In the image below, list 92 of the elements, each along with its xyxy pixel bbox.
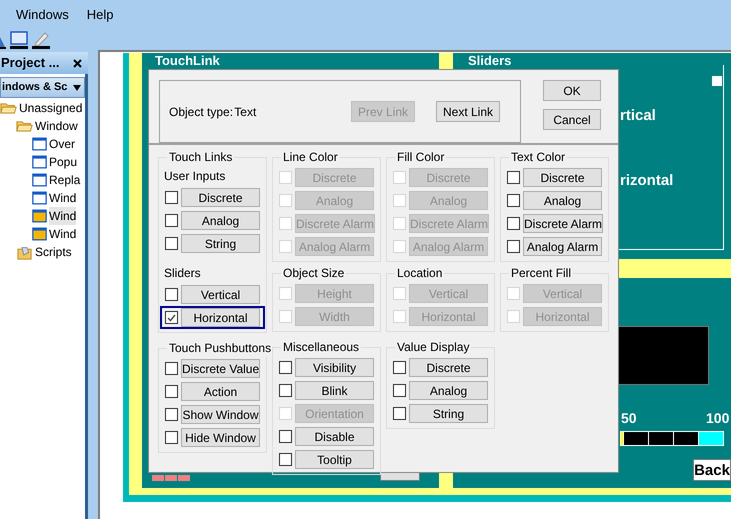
option-button[interactable]: String [409,404,488,423]
option-button[interactable]: Action [181,382,260,401]
option-button[interactable]: Discrete [523,168,602,187]
option-button[interactable]: Show Window [181,405,260,424]
option-button[interactable]: Discrete Alarm [523,214,604,233]
checkbox[interactable] [393,361,406,374]
checkbox[interactable] [393,407,406,420]
checkbox[interactable] [165,214,178,227]
window-icon [32,173,47,187]
folder-icon [16,119,33,133]
checkbox[interactable] [165,191,178,204]
close-icon[interactable] [73,58,82,68]
menu-item[interactable]: Windows [16,5,69,25]
group-title: Line Color [282,149,339,166]
option-button[interactable]: Analog [409,381,488,400]
tree-item[interactable]: Wind [49,207,76,225]
marker-strip [152,475,190,481]
checkbox[interactable] [279,361,292,374]
checkbox[interactable] [507,240,520,253]
option-button[interactable]: Discrete Value [181,359,260,378]
panel-title: TouchLink [155,53,220,68]
checkbox[interactable] [507,217,520,230]
option-button[interactable]: Tooltip [295,450,374,469]
group-title: Location [396,265,444,282]
checkbox[interactable] [165,311,178,324]
window-icon [32,227,47,241]
group-title: Miscellaneous [282,339,360,356]
option-button[interactable]: Visibility [295,358,374,377]
group-title: Text Color [510,149,566,166]
window-icon [32,209,47,223]
checkbox[interactable] [279,384,292,397]
slider-label: rizontal [620,171,674,191]
option-button[interactable]: Analog [523,191,602,210]
checkbox[interactable] [507,171,520,184]
link-button[interactable]: Next Link [436,101,500,122]
section-heading: User Inputs [164,168,226,185]
checkbox[interactable] [165,385,178,398]
checkmark-icon [167,314,176,322]
object-type-value: Text [234,104,258,120]
slider-label: rtical [620,106,656,126]
folder-icon [0,101,17,115]
checkbox[interactable] [165,237,178,250]
checkbox[interactable] [279,453,292,466]
checkbox[interactable] [165,288,178,301]
caret-down-icon [73,85,81,91]
option-button[interactable]: Hide Window [181,428,260,447]
option-button[interactable]: Disable [295,427,374,446]
tree-item[interactable]: Scripts [35,243,72,261]
option-button[interactable]: Analog [181,211,260,230]
option-button[interactable]: Blink [295,381,374,400]
scale-label: 50 [621,409,637,428]
option-button[interactable]: Horizontal [181,308,260,327]
option-button[interactable]: Discrete [409,358,488,377]
tree-item[interactable]: Wind [49,189,76,207]
tree-item[interactable]: Window [35,117,78,135]
section-heading: Sliders [164,265,202,282]
window-icon [32,137,47,151]
option-button[interactable]: Vertical [181,285,260,304]
group-title: Fill Color [396,149,446,166]
group-title: Touch Links [168,149,234,166]
window-icon [32,191,47,205]
group-title: Percent Fill [510,265,572,282]
dialog-button[interactable]: OK [543,80,601,101]
option-button[interactable]: Analog Alarm [523,237,602,256]
tree-item[interactable]: Unassigned [19,99,82,117]
panel-title: Project ... [1,54,60,72]
checkbox[interactable] [279,430,292,443]
view-dropdown[interactable]: indows & Sc [0,77,85,98]
group-title: Touch Pushbuttons [168,340,272,357]
checkbox[interactable] [165,408,178,421]
menu-item[interactable]: Help [86,5,114,25]
checkbox[interactable] [393,384,406,397]
group-title: Value Display [396,339,470,356]
object-type-label: Object type: [169,104,234,120]
tree-item[interactable]: Popu [49,153,78,171]
scale-label: 100 [706,409,730,428]
option-button[interactable]: Discrete [181,188,260,207]
dialog-button[interactable]: Cancel [543,109,601,130]
group-title: Object Size [282,265,346,282]
window-icon [32,155,47,169]
checkbox[interactable] [507,194,520,207]
scripts-icon [16,244,33,260]
checkbox[interactable] [165,431,178,444]
tree-item[interactable]: Wind [49,225,76,243]
window-icon[interactable] [10,31,28,49]
back-button[interactable]: Back [693,459,731,481]
checkbox[interactable] [165,362,178,375]
panel-title: Sliders [468,53,512,68]
tree-item[interactable]: Repla [49,171,80,189]
tree-item[interactable]: Over [49,135,76,153]
pencil-icon[interactable] [32,31,50,49]
option-button[interactable]: String [181,234,260,253]
